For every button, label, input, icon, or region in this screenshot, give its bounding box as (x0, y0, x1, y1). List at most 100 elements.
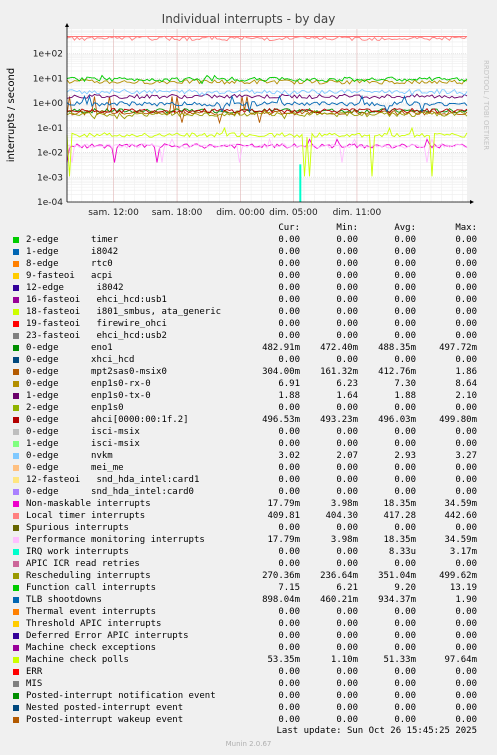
x-tick-label: sam. 18:00 (152, 208, 203, 218)
legend-avg: 0.00 (394, 703, 416, 713)
legend-cur: 17.79m (267, 499, 300, 509)
legend-min: 6.21 (336, 583, 358, 593)
legend-row: MIS 0.00 0.00 0.00 0.00 (0, 678, 497, 690)
legend-label: MIS (26, 679, 43, 689)
legend-max: 0.00 (455, 607, 477, 617)
legend-min: 0.00 (336, 259, 358, 269)
legend-max: 0.00 (455, 463, 477, 473)
x-tick-label: sam. 12:00 (88, 208, 139, 218)
legend-cur: 6.91 (278, 379, 300, 389)
legend-swatch (13, 693, 19, 699)
legend-cur: 1.88 (278, 391, 300, 401)
legend-avg: 0.00 (394, 427, 416, 437)
legend-avg: 496.03m (378, 415, 416, 425)
legend-min: 0.00 (336, 319, 358, 329)
legend-avg: 0.00 (394, 439, 416, 449)
legend-max: 0.00 (455, 295, 477, 305)
legend-swatch (13, 261, 19, 267)
legend-min: 0.00 (336, 439, 358, 449)
legend-row: 16-fasteoi ehci_hcd:usb1 0.00 0.00 0.00 0.00 (0, 294, 497, 306)
legend-max: 34.59m (444, 499, 477, 509)
legend-min: 0.00 (336, 607, 358, 617)
legend-row: 0-edge eno1 482.91m 472.40m 488.35m 497.72m (0, 342, 497, 354)
legend: 2-edge timer 0.00 0.00 0.00 0.00 1-edge i8042… (0, 234, 497, 726)
legend-max: 97.64m (444, 655, 477, 665)
legend-avg: 0.00 (394, 679, 416, 689)
legend-avg: 0.00 (394, 631, 416, 641)
legend-swatch (13, 597, 19, 603)
legend-label: 12-edge i8042 (26, 283, 124, 293)
legend-cur: 0.00 (278, 271, 300, 281)
x-axis-arrow (470, 200, 474, 204)
legend-min: 3.98m (330, 499, 358, 509)
legend-min: 0.00 (336, 547, 358, 557)
y-tick-label: 1e+01 (33, 74, 63, 84)
legend-avg: 351.04m (378, 571, 416, 581)
legend-min: 404.30 (325, 511, 358, 521)
y-tick-label: 1e+02 (33, 50, 63, 60)
legend-min: 0.00 (336, 619, 358, 629)
col-max: Max: (455, 223, 477, 233)
legend-swatch (13, 621, 19, 627)
legend-swatch (13, 573, 19, 579)
legend-cur: 0.00 (278, 235, 300, 245)
legend-row: ERR 0.00 0.00 0.00 0.00 (0, 666, 497, 678)
legend-min: 0.00 (336, 475, 358, 485)
legend-max: 499.80m (439, 415, 477, 425)
legend-row: 12-fasteoi snd_hda_intel:card1 0.00 0.00 0.… (0, 474, 497, 486)
y-axis-arrow (65, 23, 69, 27)
legend-max: 497.72m (439, 343, 477, 353)
legend-cur: 0.00 (278, 547, 300, 557)
legend-label: Machine check exceptions (26, 643, 157, 653)
legend-avg: 7.30 (394, 379, 416, 389)
legend-row: 19-fasteoi firewire_ohci 0.00 0.00 0.00 0.00 (0, 318, 497, 330)
legend-row: Thermal event interrupts 0.00 0.00 0.00 0.00 (0, 606, 497, 618)
legend-avg: 9.20 (394, 583, 416, 593)
legend-row: Performance monitoring interrupts 17.79m 3… (0, 534, 497, 546)
legend-avg: 488.35m (378, 343, 416, 353)
legend-row: 23-fasteoi ehci_hcd:usb2 0.00 0.00 0.00 0.00 (0, 330, 497, 342)
col-avg: Avg: (394, 223, 416, 233)
col-cur: Cur: (278, 223, 300, 233)
series-line (299, 164, 302, 202)
legend-max: 499.62m (439, 571, 477, 581)
legend-cur: 0.00 (278, 439, 300, 449)
legend-row: 2-edge enp1s0 0.00 0.00 0.00 0.00 (0, 402, 497, 414)
legend-label: 18-fasteoi i801_smbus, ata_generic (26, 307, 222, 317)
legend-min: 0.00 (336, 667, 358, 677)
legend-swatch (13, 321, 19, 327)
legend-avg: 0.00 (394, 691, 416, 701)
legend-min: 0.00 (336, 679, 358, 689)
legend-label: IRQ work interrupts (26, 547, 129, 557)
legend-cur: 17.79m (267, 535, 300, 545)
legend-swatch (13, 249, 19, 255)
legend-min: 460.21m (320, 595, 358, 605)
legend-swatch (13, 537, 19, 543)
legend-label: 0-edge mei_me (26, 463, 124, 473)
legend-cur: 0.00 (278, 631, 300, 641)
legend-max: 442.60 (444, 511, 477, 521)
y-axis-label: interrupts / second (6, 68, 17, 162)
legend-swatch (13, 237, 19, 243)
legend-row: 8-edge rtc0 0.00 0.00 0.00 0.00 (0, 258, 497, 270)
legend-cur: 0.00 (278, 475, 300, 485)
legend-swatch (13, 561, 19, 567)
legend-max: 0.00 (455, 439, 477, 449)
legend-avg: 0.00 (394, 319, 416, 329)
legend-avg: 0.00 (394, 331, 416, 341)
legend-cur: 0.00 (278, 403, 300, 413)
legend-avg: 0.00 (394, 403, 416, 413)
legend-label: ERR (26, 667, 43, 677)
legend-cur: 0.00 (278, 523, 300, 533)
legend-avg: 0.00 (394, 271, 416, 281)
legend-swatch (13, 585, 19, 591)
legend-avg: 18.35m (383, 535, 416, 545)
legend-swatch (13, 501, 19, 507)
legend-label: 0-edge snd_hda_intel:card0 (26, 487, 194, 497)
legend-min: 0.00 (336, 559, 358, 569)
legend-min: 0.00 (336, 331, 358, 341)
legend-row: Spurious interrupts 0.00 0.00 0.00 0.00 (0, 522, 497, 534)
legend-swatch (13, 285, 19, 291)
y-tick-labels: 1e-04 1e-03 1e-02 1e-01 1e+00 1e+01 1e+02 (33, 50, 64, 208)
legend-swatch (13, 645, 19, 651)
